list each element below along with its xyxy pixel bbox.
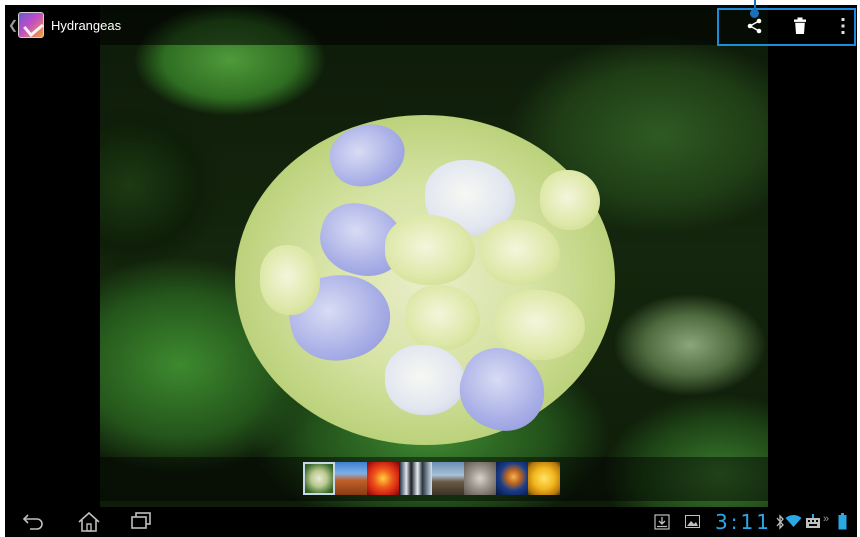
petal	[540, 170, 600, 230]
bluetooth-icon	[776, 514, 784, 530]
keyboard-icon	[806, 514, 820, 528]
thumbnail-hydrangeas[interactable]	[303, 462, 335, 495]
overflow-menu-button[interactable]	[831, 14, 855, 38]
gallery-screen: ❮ Hydrangeas	[5, 5, 857, 507]
delete-button[interactable]	[788, 14, 812, 38]
overflow-menu-icon	[841, 18, 845, 34]
petal	[385, 215, 475, 285]
more-icon: »	[823, 513, 830, 525]
wifi-icon	[785, 514, 802, 527]
back-icon	[22, 514, 43, 530]
petal	[385, 345, 465, 415]
thumbnail-jellyfish[interactable]	[496, 462, 529, 495]
share-icon	[747, 18, 762, 34]
callout-dot	[750, 9, 759, 18]
system-navigation-bar: 3:11 »	[5, 507, 857, 537]
action-bar: ❮ Hydrangeas	[5, 5, 857, 46]
album-title[interactable]: Hydrangeas	[51, 18, 121, 33]
trash-icon	[794, 17, 806, 34]
gallery-notification-icon[interactable]	[685, 515, 700, 528]
recent-apps-button[interactable]	[129, 511, 155, 533]
download-icon[interactable]	[654, 514, 670, 530]
recent-apps-icon	[131, 512, 151, 529]
photo-hydrangeas[interactable]	[100, 5, 768, 507]
thumbnail-koala[interactable]	[463, 462, 496, 495]
thumbnail-tulips[interactable]	[528, 462, 561, 495]
petal	[260, 245, 320, 315]
gallery-app-icon[interactable]	[18, 12, 44, 38]
clock: 3:11	[715, 510, 772, 534]
home-icon	[78, 511, 100, 532]
thumbnail-desert[interactable]	[335, 462, 368, 495]
thumbnail-chrysanthemum[interactable]	[367, 462, 400, 495]
filmstrip	[303, 462, 561, 495]
battery-icon	[838, 513, 847, 530]
petal	[480, 220, 560, 285]
chevron-left-icon[interactable]: ❮	[8, 18, 18, 32]
thumbnail-penguins[interactable]	[399, 462, 432, 495]
thumbnail-lighthouse[interactable]	[431, 462, 464, 495]
petal	[405, 285, 480, 350]
home-button[interactable]	[77, 511, 103, 533]
back-button[interactable]	[22, 511, 48, 533]
